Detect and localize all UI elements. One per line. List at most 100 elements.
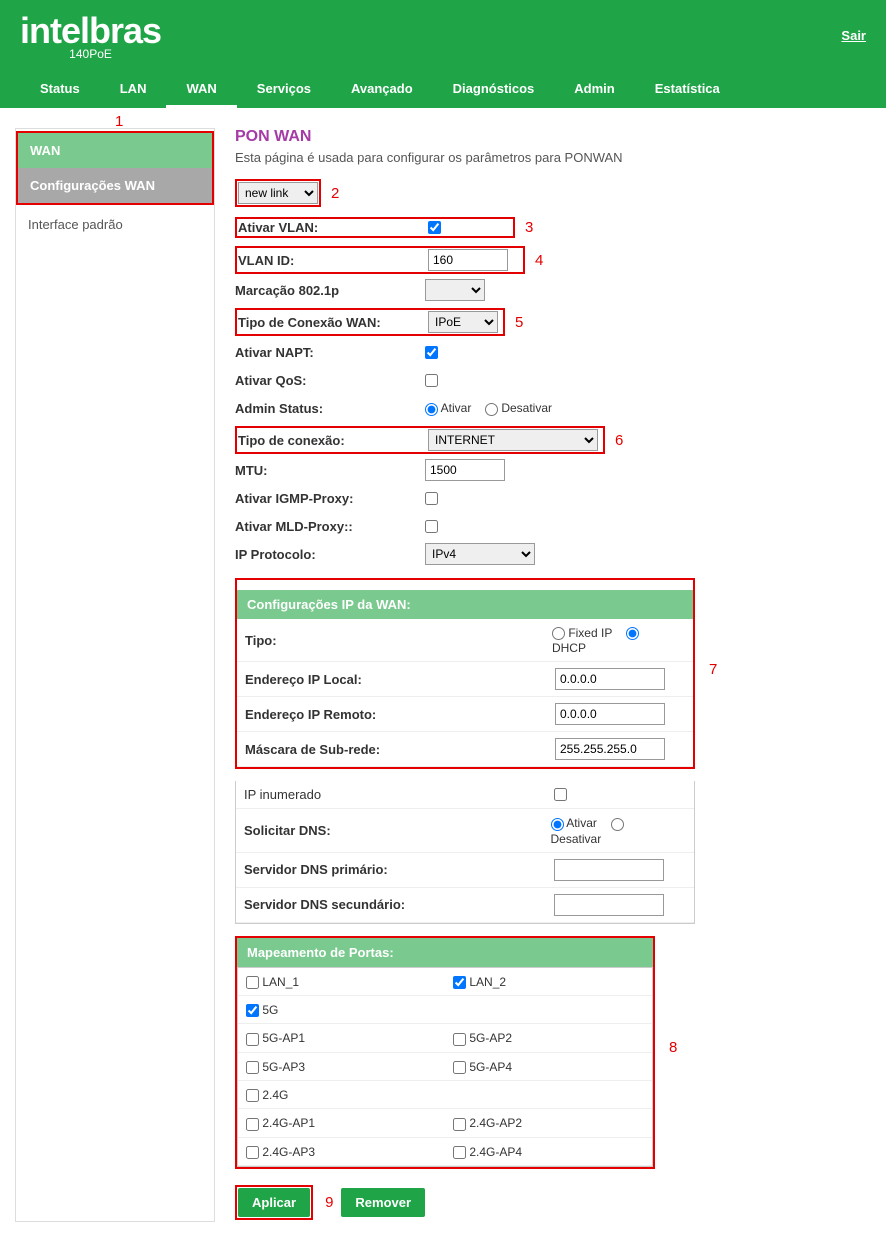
page-description: Esta página é usada para configurar os p…	[235, 150, 871, 165]
ip-local-input[interactable]	[555, 668, 665, 690]
port-5g[interactable]: 5G	[246, 1003, 278, 1017]
sidebar-config-wan[interactable]: Configurações WAN	[18, 168, 212, 203]
ip-remote-label: Endereço IP Remoto:	[245, 707, 555, 722]
dns2-input[interactable]	[554, 894, 664, 916]
conn-type-select[interactable]: IPoE	[428, 311, 498, 333]
nav-status[interactable]: Status	[20, 69, 100, 108]
dns2-label: Servidor DNS secundário:	[244, 897, 554, 912]
conn-kind-label: Tipo de conexão:	[238, 433, 428, 448]
port-lan1[interactable]: LAN_1	[246, 975, 299, 989]
ports-header: Mapeamento de Portas:	[237, 938, 653, 967]
logout-link[interactable]: Sair	[841, 28, 866, 43]
port-24g-ap2[interactable]: 2.4G-AP2	[453, 1116, 522, 1130]
dns-req-label: Solicitar DNS:	[244, 823, 551, 838]
annotation-3: 3	[525, 219, 533, 236]
port-24gap1-checkbox[interactable]	[246, 1118, 259, 1131]
dns-on-radio[interactable]	[551, 818, 564, 831]
port-5g-ap2[interactable]: 5G-AP2	[453, 1031, 512, 1045]
main-content: PON WAN Esta página é usada para configu…	[235, 128, 871, 1222]
port-5g-ap1[interactable]: 5G-AP1	[246, 1031, 305, 1045]
admin-on-label[interactable]: Ativar	[425, 401, 471, 415]
port-24g-ap1[interactable]: 2.4G-AP1	[246, 1116, 315, 1130]
port-24gap4-checkbox[interactable]	[453, 1146, 466, 1159]
port-24g-checkbox[interactable]	[246, 1089, 259, 1102]
header: intelbras 140PoE Sair Status LAN WAN Ser…	[0, 0, 886, 108]
annotation-7: 7	[709, 661, 717, 678]
ipproto-select[interactable]: IPv4	[425, 543, 535, 565]
admin-off-radio[interactable]	[485, 403, 498, 416]
ip-config-header: Configurações IP da WAN:	[237, 590, 693, 619]
annotation-2: 2	[331, 185, 339, 202]
ip-local-label: Endereço IP Local:	[245, 672, 555, 687]
admin-off-label[interactable]: Desativar	[485, 401, 552, 415]
ip-remote-input[interactable]	[555, 703, 665, 725]
main-nav: Status LAN WAN Serviços Avançado Diagnós…	[20, 69, 866, 108]
nav-estatistica[interactable]: Estatística	[635, 69, 740, 108]
annotation-9: 9	[325, 1194, 333, 1211]
port-24gap2-checkbox[interactable]	[453, 1118, 466, 1131]
sidebar: WAN Configurações WAN Interface padrão	[15, 128, 215, 1222]
mld-checkbox[interactable]	[425, 520, 438, 533]
annotation-6: 6	[615, 432, 623, 449]
nav-servicos[interactable]: Serviços	[237, 69, 331, 108]
igmp-label: Ativar IGMP-Proxy:	[235, 491, 425, 506]
port-5gap2-checkbox[interactable]	[453, 1033, 466, 1046]
ip-mask-label: Máscara de Sub-rede:	[245, 742, 555, 757]
port-24g-ap3[interactable]: 2.4G-AP3	[246, 1145, 315, 1159]
annotation-8: 8	[669, 1039, 677, 1056]
port-24g[interactable]: 2.4G	[246, 1088, 288, 1102]
port-5gap4-checkbox[interactable]	[453, 1061, 466, 1074]
conn-kind-select[interactable]: INTERNET	[428, 429, 598, 451]
annotation-5: 5	[515, 314, 523, 331]
admin-on-radio[interactable]	[425, 403, 438, 416]
napt-label: Ativar NAPT:	[235, 345, 425, 360]
ip-inum-checkbox[interactable]	[554, 788, 567, 801]
port-lan1-checkbox[interactable]	[246, 976, 259, 989]
remove-button[interactable]: Remover	[341, 1188, 425, 1217]
admin-status-label: Admin Status:	[235, 401, 425, 416]
nav-admin[interactable]: Admin	[554, 69, 634, 108]
nav-diagnosticos[interactable]: Diagnósticos	[433, 69, 555, 108]
marcacao-select[interactable]	[425, 279, 485, 301]
mtu-label: MTU:	[235, 463, 425, 478]
port-24g-ap4[interactable]: 2.4G-AP4	[453, 1145, 522, 1159]
qos-checkbox[interactable]	[425, 374, 438, 387]
fixed-ip-radio[interactable]	[552, 627, 565, 640]
dns-off-radio[interactable]	[611, 818, 624, 831]
port-5g-ap3[interactable]: 5G-AP3	[246, 1060, 305, 1074]
port-5gap1-checkbox[interactable]	[246, 1033, 259, 1046]
dns1-label: Servidor DNS primário:	[244, 862, 554, 877]
vlan-checkbox[interactable]	[428, 221, 441, 234]
dns-on-label[interactable]: Ativar	[551, 816, 597, 830]
port-lan2[interactable]: LAN_2	[453, 975, 506, 989]
port-5gap3-checkbox[interactable]	[246, 1061, 259, 1074]
ipproto-label: IP Protocolo:	[235, 547, 425, 562]
sidebar-interface-padrao[interactable]: Interface padrão	[16, 207, 214, 242]
nav-avancado[interactable]: Avançado	[331, 69, 433, 108]
mld-label: Ativar MLD-Proxy::	[235, 519, 425, 534]
igmp-checkbox[interactable]	[425, 492, 438, 505]
mtu-input[interactable]	[425, 459, 505, 481]
port-5g-ap4[interactable]: 5G-AP4	[453, 1060, 512, 1074]
dhcp-radio[interactable]	[626, 627, 639, 640]
dns1-input[interactable]	[554, 859, 664, 881]
conn-type-label: Tipo de Conexão WAN:	[238, 315, 428, 330]
port-24gap3-checkbox[interactable]	[246, 1146, 259, 1159]
marcacao-label: Marcação 802.1p	[235, 283, 425, 298]
vlan-id-input[interactable]	[428, 249, 508, 271]
port-5g-checkbox[interactable]	[246, 1004, 259, 1017]
link-select[interactable]: new link	[238, 182, 318, 204]
fixed-ip-label[interactable]: Fixed IP	[552, 626, 612, 640]
nav-wan[interactable]: WAN	[166, 69, 236, 108]
ip-inum-label: IP inumerado	[244, 787, 554, 802]
vlan-label: Ativar VLAN:	[238, 220, 428, 235]
sidebar-wan[interactable]: WAN	[18, 133, 212, 168]
napt-checkbox[interactable]	[425, 346, 438, 359]
vlan-id-label: VLAN ID:	[238, 253, 428, 268]
nav-lan[interactable]: LAN	[100, 69, 167, 108]
ip-mask-input[interactable]	[555, 738, 665, 760]
apply-button[interactable]: Aplicar	[238, 1188, 310, 1217]
port-lan2-checkbox[interactable]	[453, 976, 466, 989]
ip-tipo-label: Tipo:	[245, 633, 552, 648]
brand-text: intelbras	[20, 10, 161, 52]
